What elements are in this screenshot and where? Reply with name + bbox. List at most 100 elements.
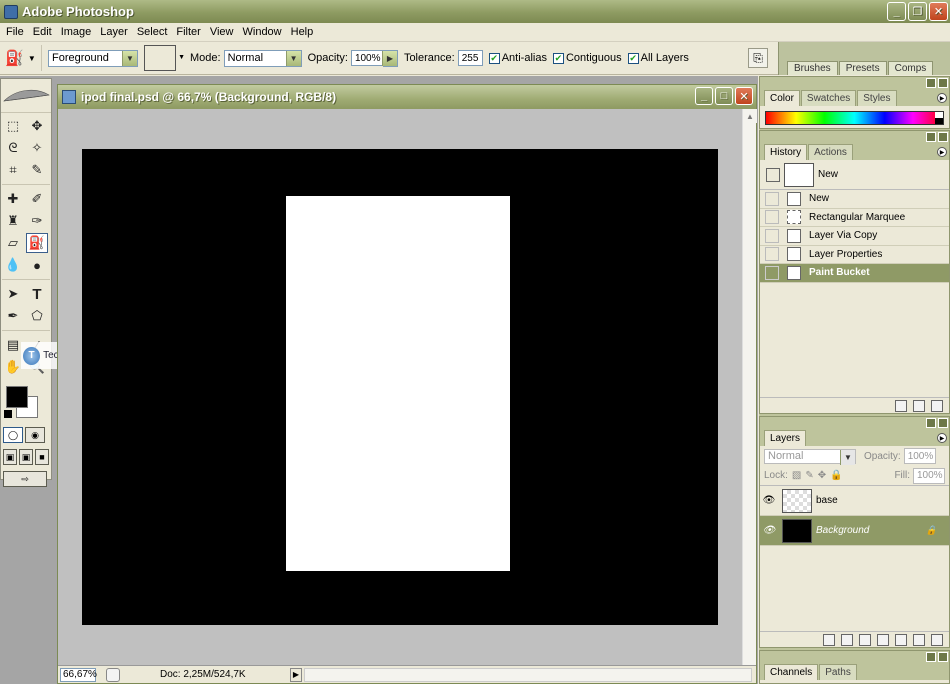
color-spectrum[interactable] (765, 111, 944, 125)
lock-all-icon[interactable]: 🔒 (830, 470, 842, 481)
history-source-box[interactable] (765, 210, 779, 225)
brush-tool-icon[interactable]: ✐ (26, 189, 48, 209)
folder-icon[interactable] (895, 633, 907, 646)
paint-bucket-tool-icon[interactable]: ⛽ (26, 233, 48, 253)
standard-screen-mode-button[interactable]: ▣ (3, 449, 17, 465)
minimize-button[interactable]: _ (887, 2, 906, 21)
quick-mask-mode-button[interactable]: ◉ (25, 427, 45, 443)
close-button[interactable]: ✕ (929, 2, 948, 21)
history-snapshot[interactable]: New (760, 160, 949, 190)
layer-opacity-input[interactable]: 100% (903, 448, 936, 464)
blend-mode-select[interactable]: Normal ▼ (764, 448, 856, 465)
vertical-scrollbar[interactable]: ▲ (742, 109, 757, 665)
eye-icon[interactable]: 👁 (760, 525, 778, 536)
contiguous-checkbox[interactable]: ✔ (552, 52, 564, 64)
canvas[interactable] (82, 149, 718, 625)
document-titlebar[interactable]: ipod final.psd @ 66,7% (Background, RGB/… (58, 85, 756, 109)
opacity-input[interactable]: 100% (350, 50, 383, 66)
canvas-area[interactable] (58, 109, 742, 665)
tab-history[interactable]: History (764, 144, 808, 160)
menu-image[interactable]: Image (58, 26, 98, 38)
history-source-box[interactable] (765, 191, 779, 206)
new-layer-icon[interactable] (913, 633, 925, 646)
lasso-tool-icon[interactable]: ᘓ (2, 138, 24, 158)
doc-maximize-button[interactable]: □ (715, 87, 733, 105)
well-tab-brushes[interactable]: Brushes (787, 61, 838, 75)
lock-image-icon[interactable]: ✎ (805, 470, 813, 481)
panel-menu-icon[interactable]: ▶ (937, 433, 947, 443)
default-colors-icon[interactable] (4, 410, 12, 418)
panel-minimize-icon[interactable] (926, 652, 936, 662)
file-browser-icon[interactable]: ⎘ (748, 48, 768, 68)
dodge-tool-icon[interactable]: ● (26, 255, 48, 275)
history-source-box[interactable] (765, 228, 779, 243)
menu-window[interactable]: Window (240, 26, 288, 38)
eraser-tool-icon[interactable]: ▱ (2, 233, 24, 253)
tab-paths[interactable]: Paths (819, 664, 857, 680)
layer-style-icon[interactable] (841, 633, 853, 646)
black-white-ramp[interactable] (935, 112, 943, 124)
tab-swatches[interactable]: Swatches (800, 90, 857, 106)
tab-channels[interactable]: Channels (764, 664, 819, 680)
opacity-slider-button[interactable]: ▶ (381, 49, 398, 67)
status-menu-icon[interactable]: ▶ (290, 667, 302, 682)
magic-wand-tool-icon[interactable]: ✧ (26, 138, 48, 158)
new-document-icon[interactable] (895, 399, 907, 412)
tab-color[interactable]: Color (764, 90, 800, 106)
tolerance-input[interactable]: 255 (457, 50, 483, 66)
feather-logo-icon[interactable] (1, 79, 51, 113)
layer-row[interactable]: 👁 base (760, 486, 949, 516)
menu-edit[interactable]: Edit (30, 26, 58, 38)
panel-menu-icon[interactable]: ▶ (937, 147, 947, 157)
move-tool-icon[interactable]: ✥ (26, 116, 48, 136)
scroll-up-icon[interactable]: ▲ (743, 109, 757, 123)
panel-minimize-icon[interactable] (926, 132, 936, 142)
layer-row-selected[interactable]: 👁 Background 🔒 (760, 516, 949, 546)
pen-tool-icon[interactable]: ✒ (2, 306, 24, 326)
lock-transparency-icon[interactable]: ▧ (792, 470, 801, 481)
tab-styles[interactable]: Styles (857, 90, 897, 106)
pattern-picker[interactable]: ▼ (144, 45, 185, 71)
history-item[interactable]: Layer Properties (760, 246, 949, 264)
fill-source-select[interactable]: Foreground ▼ (48, 49, 138, 67)
doc-minimize-button[interactable]: _ (695, 87, 713, 105)
blur-tool-icon[interactable]: 💧 (2, 255, 24, 275)
doc-close-button[interactable]: ✕ (735, 87, 753, 105)
zoom-input[interactable]: 66,67% (60, 667, 97, 682)
menu-select[interactable]: Select (134, 26, 174, 38)
panel-close-icon[interactable] (938, 652, 948, 662)
panel-close-icon[interactable] (938, 78, 948, 88)
panel-close-icon[interactable] (938, 132, 948, 142)
healing-brush-tool-icon[interactable]: ✚ (2, 189, 24, 209)
full-screen-menu-mode-button[interactable]: ▣ (19, 449, 33, 465)
all-layers-checkbox[interactable]: ✔ (627, 52, 639, 64)
layer-mask-icon[interactable] (859, 633, 871, 646)
history-item[interactable]: New (760, 190, 949, 209)
filled-rectangle[interactable] (286, 196, 510, 571)
menu-view[interactable]: View (207, 26, 240, 38)
tab-actions[interactable]: Actions (808, 144, 853, 160)
menu-filter[interactable]: Filter (173, 26, 206, 38)
trash-icon[interactable] (931, 399, 943, 412)
full-screen-mode-button[interactable]: ■ (35, 449, 49, 465)
type-tool-icon[interactable]: T (26, 284, 48, 304)
shape-tool-icon[interactable]: ⬠ (26, 306, 48, 326)
history-item[interactable]: Rectangular Marquee (760, 209, 949, 227)
marquee-tool-icon[interactable]: ⬚ (2, 116, 24, 136)
path-selection-tool-icon[interactable]: ➤ (2, 284, 24, 304)
menu-file[interactable]: File (3, 26, 30, 38)
restore-button[interactable]: ❐ (908, 2, 927, 21)
antialias-checkbox[interactable]: ✔ (488, 52, 500, 64)
eye-icon[interactable]: 👁 (760, 495, 778, 506)
horizontal-scrollbar[interactable] (304, 667, 752, 682)
slice-tool-icon[interactable]: ✎ (26, 160, 48, 180)
standard-mode-button[interactable]: ◯ (3, 427, 23, 443)
jump-to-imageready-button[interactable]: ⇨ (3, 471, 47, 487)
adjustment-layer-icon[interactable] (877, 633, 889, 646)
trash-icon[interactable] (931, 633, 943, 646)
panel-close-icon[interactable] (938, 418, 948, 428)
foreground-color-swatch[interactable] (6, 386, 28, 408)
history-source-box[interactable] (765, 247, 779, 262)
clone-stamp-tool-icon[interactable]: ♜ (2, 211, 24, 231)
well-tab-presets[interactable]: Presets (838, 61, 887, 75)
